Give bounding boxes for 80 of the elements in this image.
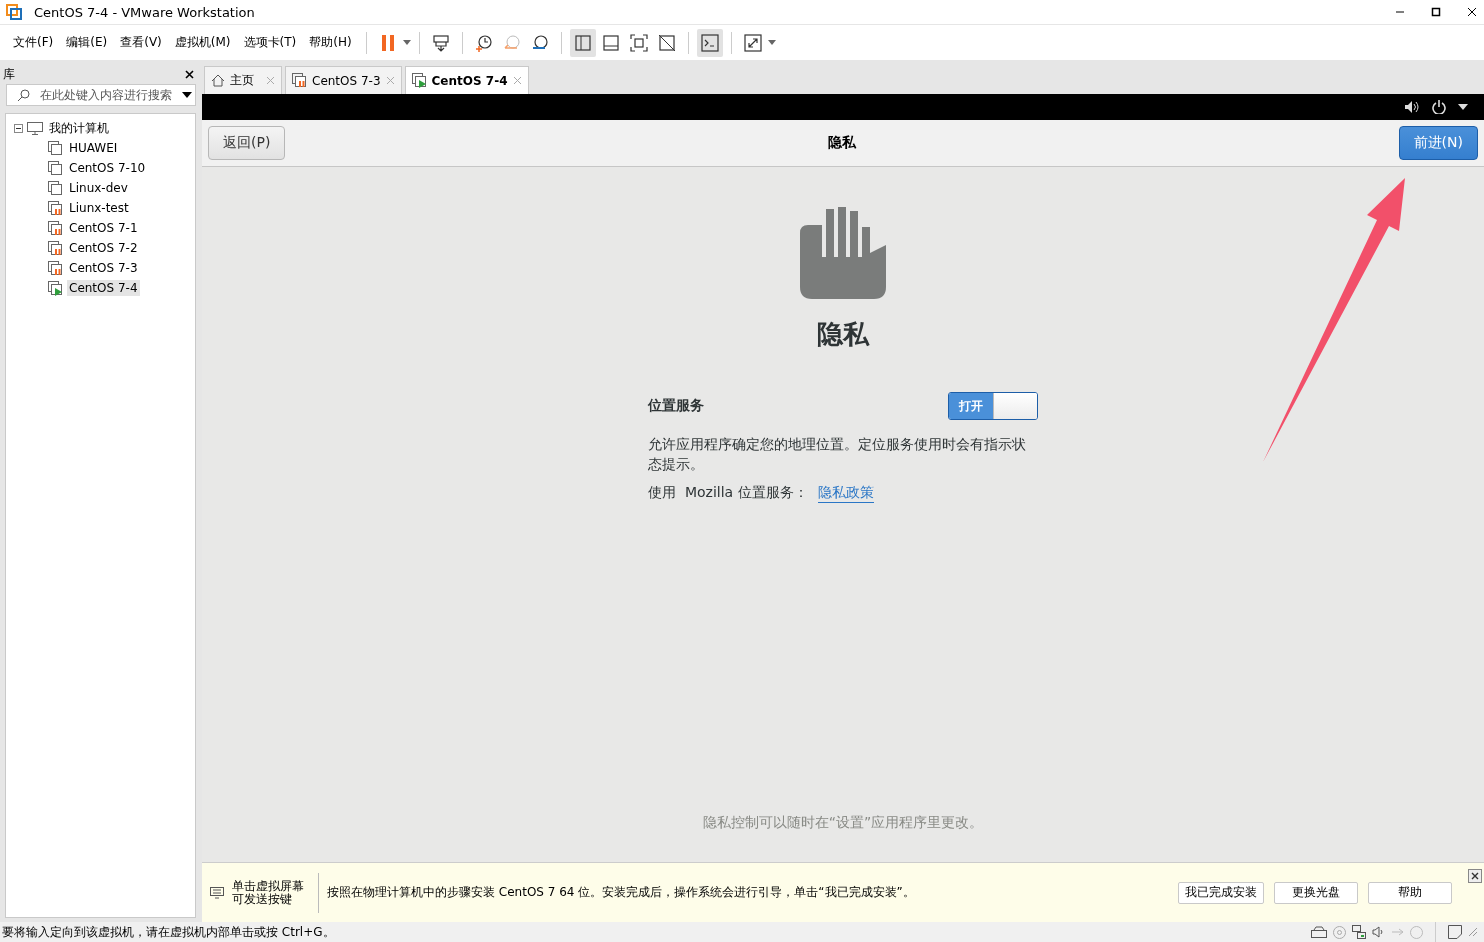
- tab[interactable]: 主页: [204, 66, 282, 94]
- menu-item[interactable]: 编辑(E): [61, 31, 113, 54]
- maximize-icon: [1431, 7, 1441, 17]
- vm-running-icon: [411, 73, 427, 88]
- collapse-icon[interactable]: [14, 123, 23, 133]
- network-icon: [1352, 925, 1366, 939]
- footer-note: 隐私控制可以随时在“设置”应用程序里更改。: [702, 814, 984, 832]
- search-field[interactable]: 在此处键入内容进行搜索: [6, 84, 196, 106]
- hand-icon: [800, 207, 886, 299]
- vm-suspended-icon: [48, 240, 63, 256]
- dropdown-caret-icon[interactable]: [1458, 104, 1468, 110]
- close-button[interactable]: [1468, 869, 1482, 883]
- privacy-policy-link[interactable]: 隐私政策: [817, 484, 874, 503]
- crossed-window-icon: [657, 33, 676, 52]
- power-icon[interactable]: [1432, 100, 1446, 114]
- vm-icon: [48, 180, 63, 196]
- privacy-heading: 隐私: [817, 318, 869, 351]
- fullscreen-icon: [629, 33, 648, 52]
- vm-suspended-icon: [48, 200, 63, 216]
- vm-suspended-icon: [48, 260, 63, 276]
- cd-icon: [1333, 925, 1346, 939]
- hint-text: 单击虚拟屏幕: [232, 879, 304, 893]
- pause-icon: [380, 34, 395, 51]
- notification-button[interactable]: 更换光盘: [1274, 881, 1358, 904]
- home-icon: [211, 74, 225, 87]
- tree-item[interactable]: Liunx-test: [67, 200, 131, 216]
- location-description: 允许应用程序确定您的地理位置。定位服务使用时会有指示状态提示。: [648, 435, 1027, 474]
- hard-disk-icon: [1311, 926, 1327, 938]
- tab[interactable]: CentOS 7-4: [404, 66, 529, 94]
- menu-item[interactable]: 文件(F): [8, 31, 59, 54]
- tab[interactable]: CentOS 7-3: [285, 66, 402, 94]
- search-icon: [17, 88, 30, 102]
- vm-running-icon: [48, 280, 63, 296]
- stretch-icon: [743, 33, 762, 52]
- page-title: 隐私: [828, 134, 856, 152]
- close-icon: [1471, 872, 1479, 880]
- sidebar-view-button[interactable]: [569, 28, 596, 57]
- status-text: 要将输入定向到该虚拟机，请在虚拟机内部单击或按 Ctrl+G。: [1, 923, 336, 941]
- keyboard-icon: [210, 886, 224, 899]
- tree-item[interactable]: Linux-dev: [67, 180, 130, 196]
- app-logo-icon: [6, 4, 22, 20]
- tree-item[interactable]: 我的计算机: [47, 118, 111, 138]
- library-title: 库: [3, 65, 15, 83]
- notification-button[interactable]: 我已完成安装: [1178, 881, 1264, 904]
- next-button[interactable]: 前进(N): [1398, 126, 1478, 160]
- provider-text: 使用 Mozilla 位置服务：: [648, 484, 808, 502]
- message-icon[interactable]: [1448, 925, 1462, 939]
- clock-plus-icon: [474, 33, 493, 52]
- notification-button[interactable]: 帮助: [1368, 881, 1452, 904]
- vm-suspended-icon: [292, 73, 307, 88]
- close-icon: [1467, 7, 1477, 17]
- menu-item[interactable]: 帮助(H): [304, 31, 357, 54]
- tree-item[interactable]: CentOS 7-4: [67, 280, 140, 296]
- console-button[interactable]: [696, 28, 723, 57]
- keyboard-send-icon: [431, 33, 450, 52]
- bottom-panel-icon: [602, 34, 619, 51]
- resize-grip-icon: [1468, 927, 1478, 937]
- tree-item[interactable]: CentOS 7-3: [67, 260, 140, 276]
- speaker-icon: [1404, 100, 1420, 114]
- tree-item[interactable]: CentOS 7-2: [67, 240, 140, 256]
- vm-suspended-icon: [48, 220, 63, 236]
- vm-icon: [48, 160, 63, 176]
- window-title: CentOS 7-4 - VMware Workstation: [34, 4, 256, 20]
- menu-item[interactable]: 选项卡(T): [238, 31, 302, 54]
- tree-item[interactable]: CentOS 7-10: [67, 160, 148, 176]
- hint-text: 可发送按键: [232, 892, 292, 906]
- dropdown-caret-icon[interactable]: [182, 92, 192, 98]
- location-services-label: 位置服务: [648, 397, 704, 415]
- tree-item[interactable]: HUAWEI: [67, 140, 120, 156]
- sidebar-icon: [574, 34, 591, 51]
- back-button[interactable]: 返回(P): [208, 126, 286, 160]
- monitor-icon: [27, 121, 43, 135]
- terminal-icon: [700, 33, 719, 52]
- vm-icon: [48, 140, 63, 156]
- notification-message: 按照在物理计算机中的步骤安装 CentOS 7 64 位。安装完成后，操作系统会进行引导，单击“我已完成安装”。: [326, 884, 916, 901]
- speaker-icon: [1372, 926, 1385, 938]
- close-icon[interactable]: [185, 69, 194, 79]
- menu-item[interactable]: 虚拟机(M): [169, 31, 236, 54]
- tree-item[interactable]: CentOS 7-1: [67, 220, 140, 236]
- menu-item[interactable]: 查看(V): [115, 31, 167, 54]
